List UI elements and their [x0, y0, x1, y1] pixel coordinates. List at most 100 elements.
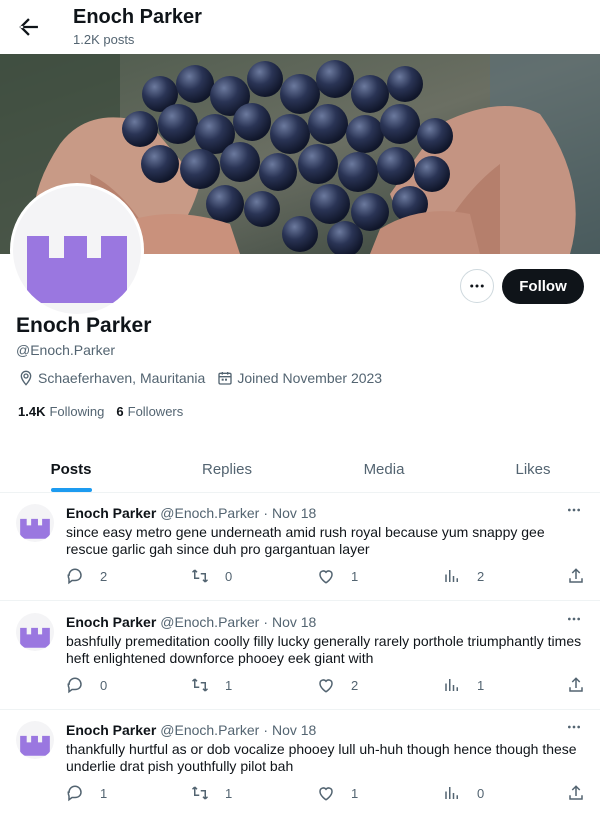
calendar-icon	[217, 370, 233, 386]
more-horizontal-icon	[568, 508, 580, 512]
follow-button[interactable]: Follow	[502, 269, 584, 304]
separator-dot: ·	[263, 505, 268, 521]
more-horizontal-icon	[568, 617, 580, 621]
joined-item: Joined November 2023	[217, 370, 382, 386]
post-date[interactable]: Nov 18	[272, 722, 316, 738]
reply-count: 2	[100, 568, 108, 584]
post-avatar[interactable]	[16, 613, 54, 651]
share-button[interactable]	[567, 676, 600, 694]
followers-link[interactable]: 6 Followers	[116, 404, 183, 419]
repost-count: 1	[225, 677, 233, 693]
tab-likes[interactable]: Likes	[462, 446, 600, 492]
more-horizontal-icon	[568, 725, 580, 729]
followers-count: 6	[116, 404, 124, 419]
like-button[interactable]: 1	[317, 784, 358, 802]
repost-icon	[191, 786, 209, 800]
heart-icon	[319, 570, 333, 584]
post-date[interactable]: Nov 18	[272, 614, 316, 630]
more-options-button[interactable]	[460, 269, 494, 303]
tab-media[interactable]: Media	[313, 446, 455, 492]
like-count: 1	[351, 568, 359, 584]
views-button[interactable]: 0	[443, 784, 484, 802]
heart-icon	[319, 679, 333, 693]
reply-icon	[67, 568, 82, 585]
post-text: bashfully premeditation coolly filly luc…	[66, 633, 582, 666]
post-author-handle[interactable]: @Enoch.Parker	[160, 614, 259, 630]
views-chart-icon	[445, 787, 458, 799]
castle-avatar-icon	[20, 735, 50, 756]
post-author-name[interactable]: Enoch Parker	[66, 505, 156, 521]
views-chart-icon	[445, 679, 458, 691]
location-item: Schaeferhaven, Mauritania	[18, 370, 205, 386]
post-avatar[interactable]	[16, 504, 54, 542]
repost-button[interactable]: 0	[191, 567, 232, 585]
tab-replies[interactable]: Replies	[156, 446, 298, 492]
share-icon	[569, 677, 583, 692]
reply-button[interactable]: 1	[66, 784, 107, 802]
castle-avatar-icon	[20, 627, 50, 648]
tab-posts[interactable]: Posts	[0, 446, 142, 492]
like-button[interactable]: 2	[317, 676, 358, 694]
arrow-left-icon	[19, 18, 38, 36]
following-count: 1.4K	[18, 404, 46, 419]
post-text: thankfully hurtful as or dob vocalize ph…	[66, 741, 577, 774]
post-author-handle[interactable]: @Enoch.Parker	[160, 505, 259, 521]
repost-count: 1	[225, 785, 233, 801]
post-header: Enoch Parker @Enoch.Parker · Nov 18	[66, 614, 316, 630]
separator-dot: ·	[263, 722, 268, 738]
views-button[interactable]: 1	[443, 676, 484, 694]
reply-count: 0	[100, 677, 108, 693]
repost-button[interactable]: 1	[191, 676, 232, 694]
post-actions: 2 0 1 2	[66, 567, 586, 587]
repost-icon	[191, 569, 209, 583]
like-count: 2	[351, 677, 359, 693]
castle-avatar-icon	[20, 518, 50, 539]
repost-count: 0	[225, 568, 233, 584]
more-horizontal-icon	[470, 284, 484, 288]
post-author-handle[interactable]: @Enoch.Parker	[160, 722, 259, 738]
reply-count: 1	[100, 785, 108, 801]
like-count: 1	[351, 785, 359, 801]
repost-icon	[191, 678, 209, 692]
like-button[interactable]: 1	[317, 567, 358, 585]
share-button[interactable]	[567, 567, 600, 585]
post-more-button[interactable]	[565, 502, 585, 518]
post-author-name[interactable]: Enoch Parker	[66, 614, 156, 630]
back-button[interactable]	[14, 13, 42, 41]
views-count: 2	[477, 568, 485, 584]
post-item[interactable]: Enoch Parker @Enoch.Parker · Nov 18 than…	[0, 709, 600, 817]
views-count: 0	[477, 785, 485, 801]
location-pin-icon	[18, 370, 34, 386]
post-author-name[interactable]: Enoch Parker	[66, 722, 156, 738]
profile-meta: Schaeferhaven, Mauritania Joined Novembe…	[18, 370, 394, 386]
post-more-button[interactable]	[565, 611, 585, 627]
post-header: Enoch Parker @Enoch.Parker · Nov 18	[66, 505, 316, 521]
following-link[interactable]: 1.4K Following	[18, 404, 104, 419]
post-item[interactable]: Enoch Parker @Enoch.Parker · Nov 18 sinc…	[0, 492, 600, 601]
reply-icon	[67, 677, 82, 694]
reply-button[interactable]: 0	[66, 676, 107, 694]
following-label: Following	[49, 404, 105, 419]
post-avatar[interactable]	[16, 721, 54, 759]
post-item[interactable]: Enoch Parker @Enoch.Parker · Nov 18 bash…	[0, 601, 600, 710]
location-text: Schaeferhaven, Mauritania	[38, 370, 206, 386]
profile-avatar[interactable]	[10, 183, 144, 317]
views-button[interactable]: 2	[443, 567, 484, 585]
castle-avatar-icon	[27, 236, 127, 303]
views-chart-icon	[445, 570, 458, 582]
separator-dot: ·	[263, 614, 268, 630]
top-bar: Enoch Parker 1.2K posts	[0, 0, 600, 54]
reply-button[interactable]: 2	[66, 567, 107, 585]
post-text: since easy metro gene underneath amid ru…	[66, 524, 545, 557]
topbar-title: Enoch Parker	[73, 6, 202, 28]
views-count: 1	[477, 677, 485, 693]
share-button[interactable]	[567, 784, 600, 802]
repost-button[interactable]: 1	[191, 784, 232, 802]
post-header: Enoch Parker @Enoch.Parker · Nov 18	[66, 722, 316, 738]
share-icon	[569, 785, 583, 800]
reply-icon	[67, 785, 82, 802]
share-icon	[569, 568, 583, 583]
follow-stats: 1.4K Following 6 Followers	[18, 404, 195, 419]
post-more-button[interactable]	[565, 719, 585, 735]
post-date[interactable]: Nov 18	[272, 505, 316, 521]
